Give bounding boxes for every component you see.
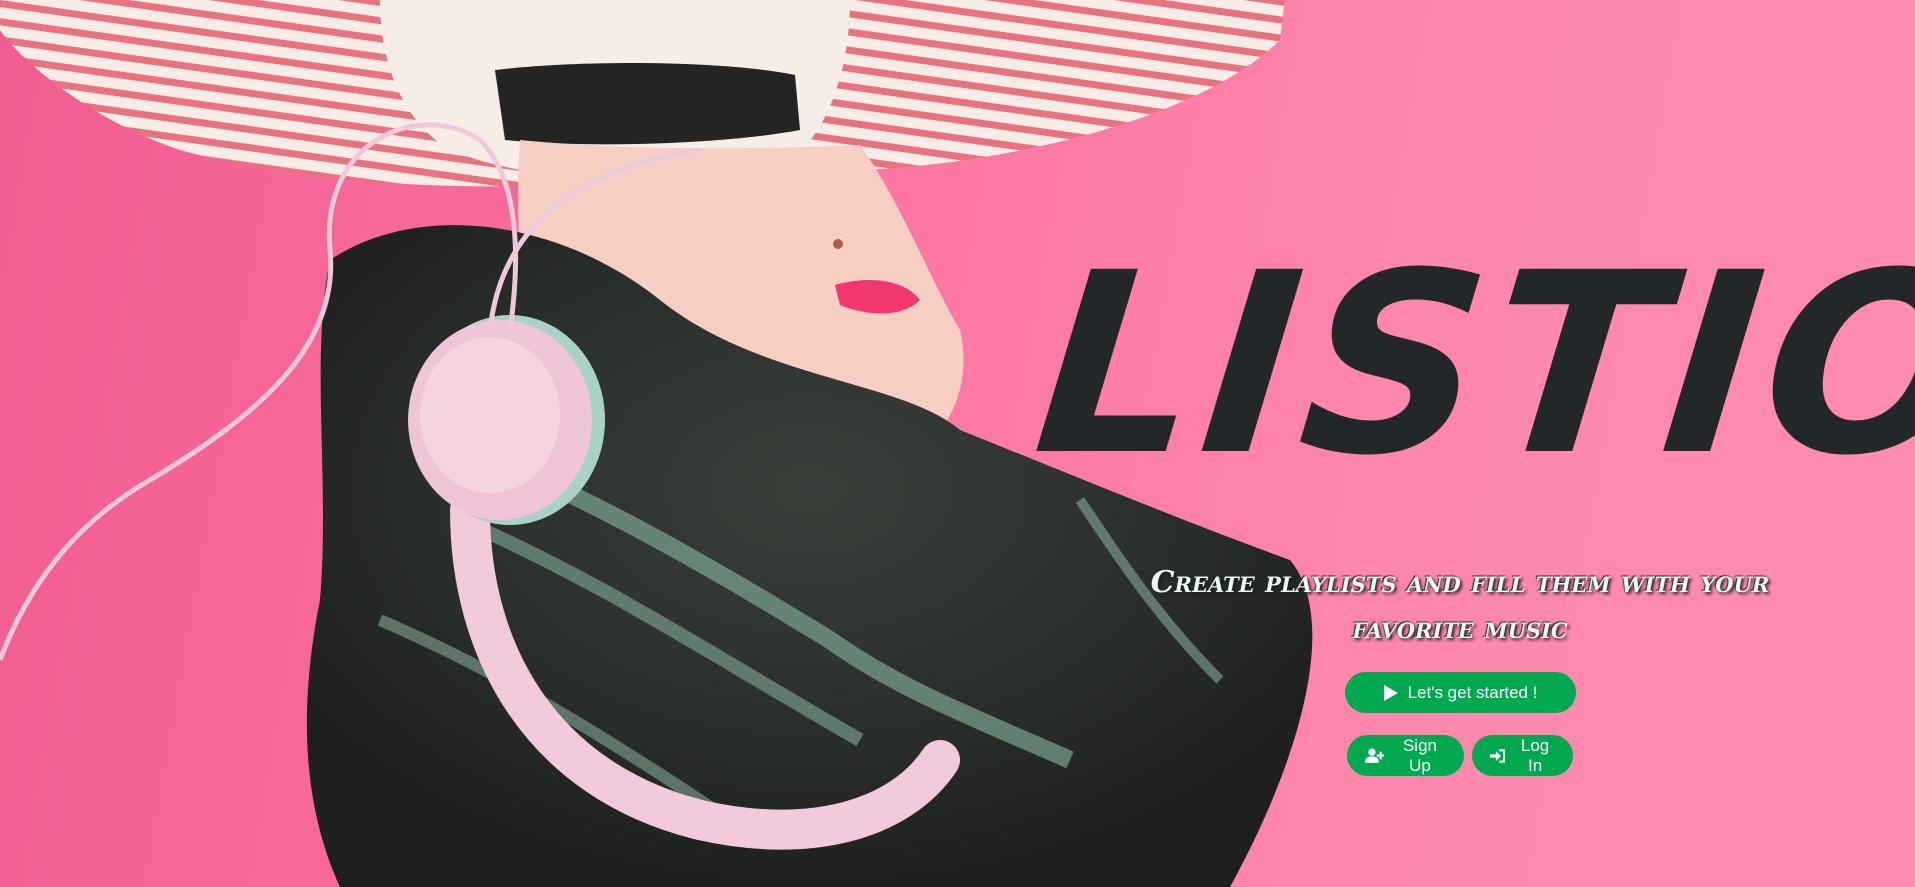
log-in-button[interactable]: Log In [1472, 735, 1573, 776]
get-started-label: Let's get started ! [1407, 682, 1538, 702]
play-icon [1383, 684, 1398, 701]
log-in-label: Log In [1520, 735, 1550, 775]
hero-content: Listio Create playlists and fill them wi… [1025, 219, 1915, 776]
sign-up-button[interactable]: Sign Up [1347, 735, 1464, 776]
get-started-button[interactable]: Let's get started ! [1344, 672, 1576, 713]
sign-up-label: Sign Up [1402, 735, 1437, 775]
app-logo-title: Listio [1024, 219, 1915, 510]
tagline: Create playlists and fill them with your… [1150, 565, 1770, 646]
user-plus-icon [1365, 748, 1384, 763]
sign-in-icon [1490, 748, 1506, 763]
auth-button-row: Sign Up Log In [1040, 735, 1880, 776]
start-button-row: Let's get started ! [1040, 672, 1880, 713]
